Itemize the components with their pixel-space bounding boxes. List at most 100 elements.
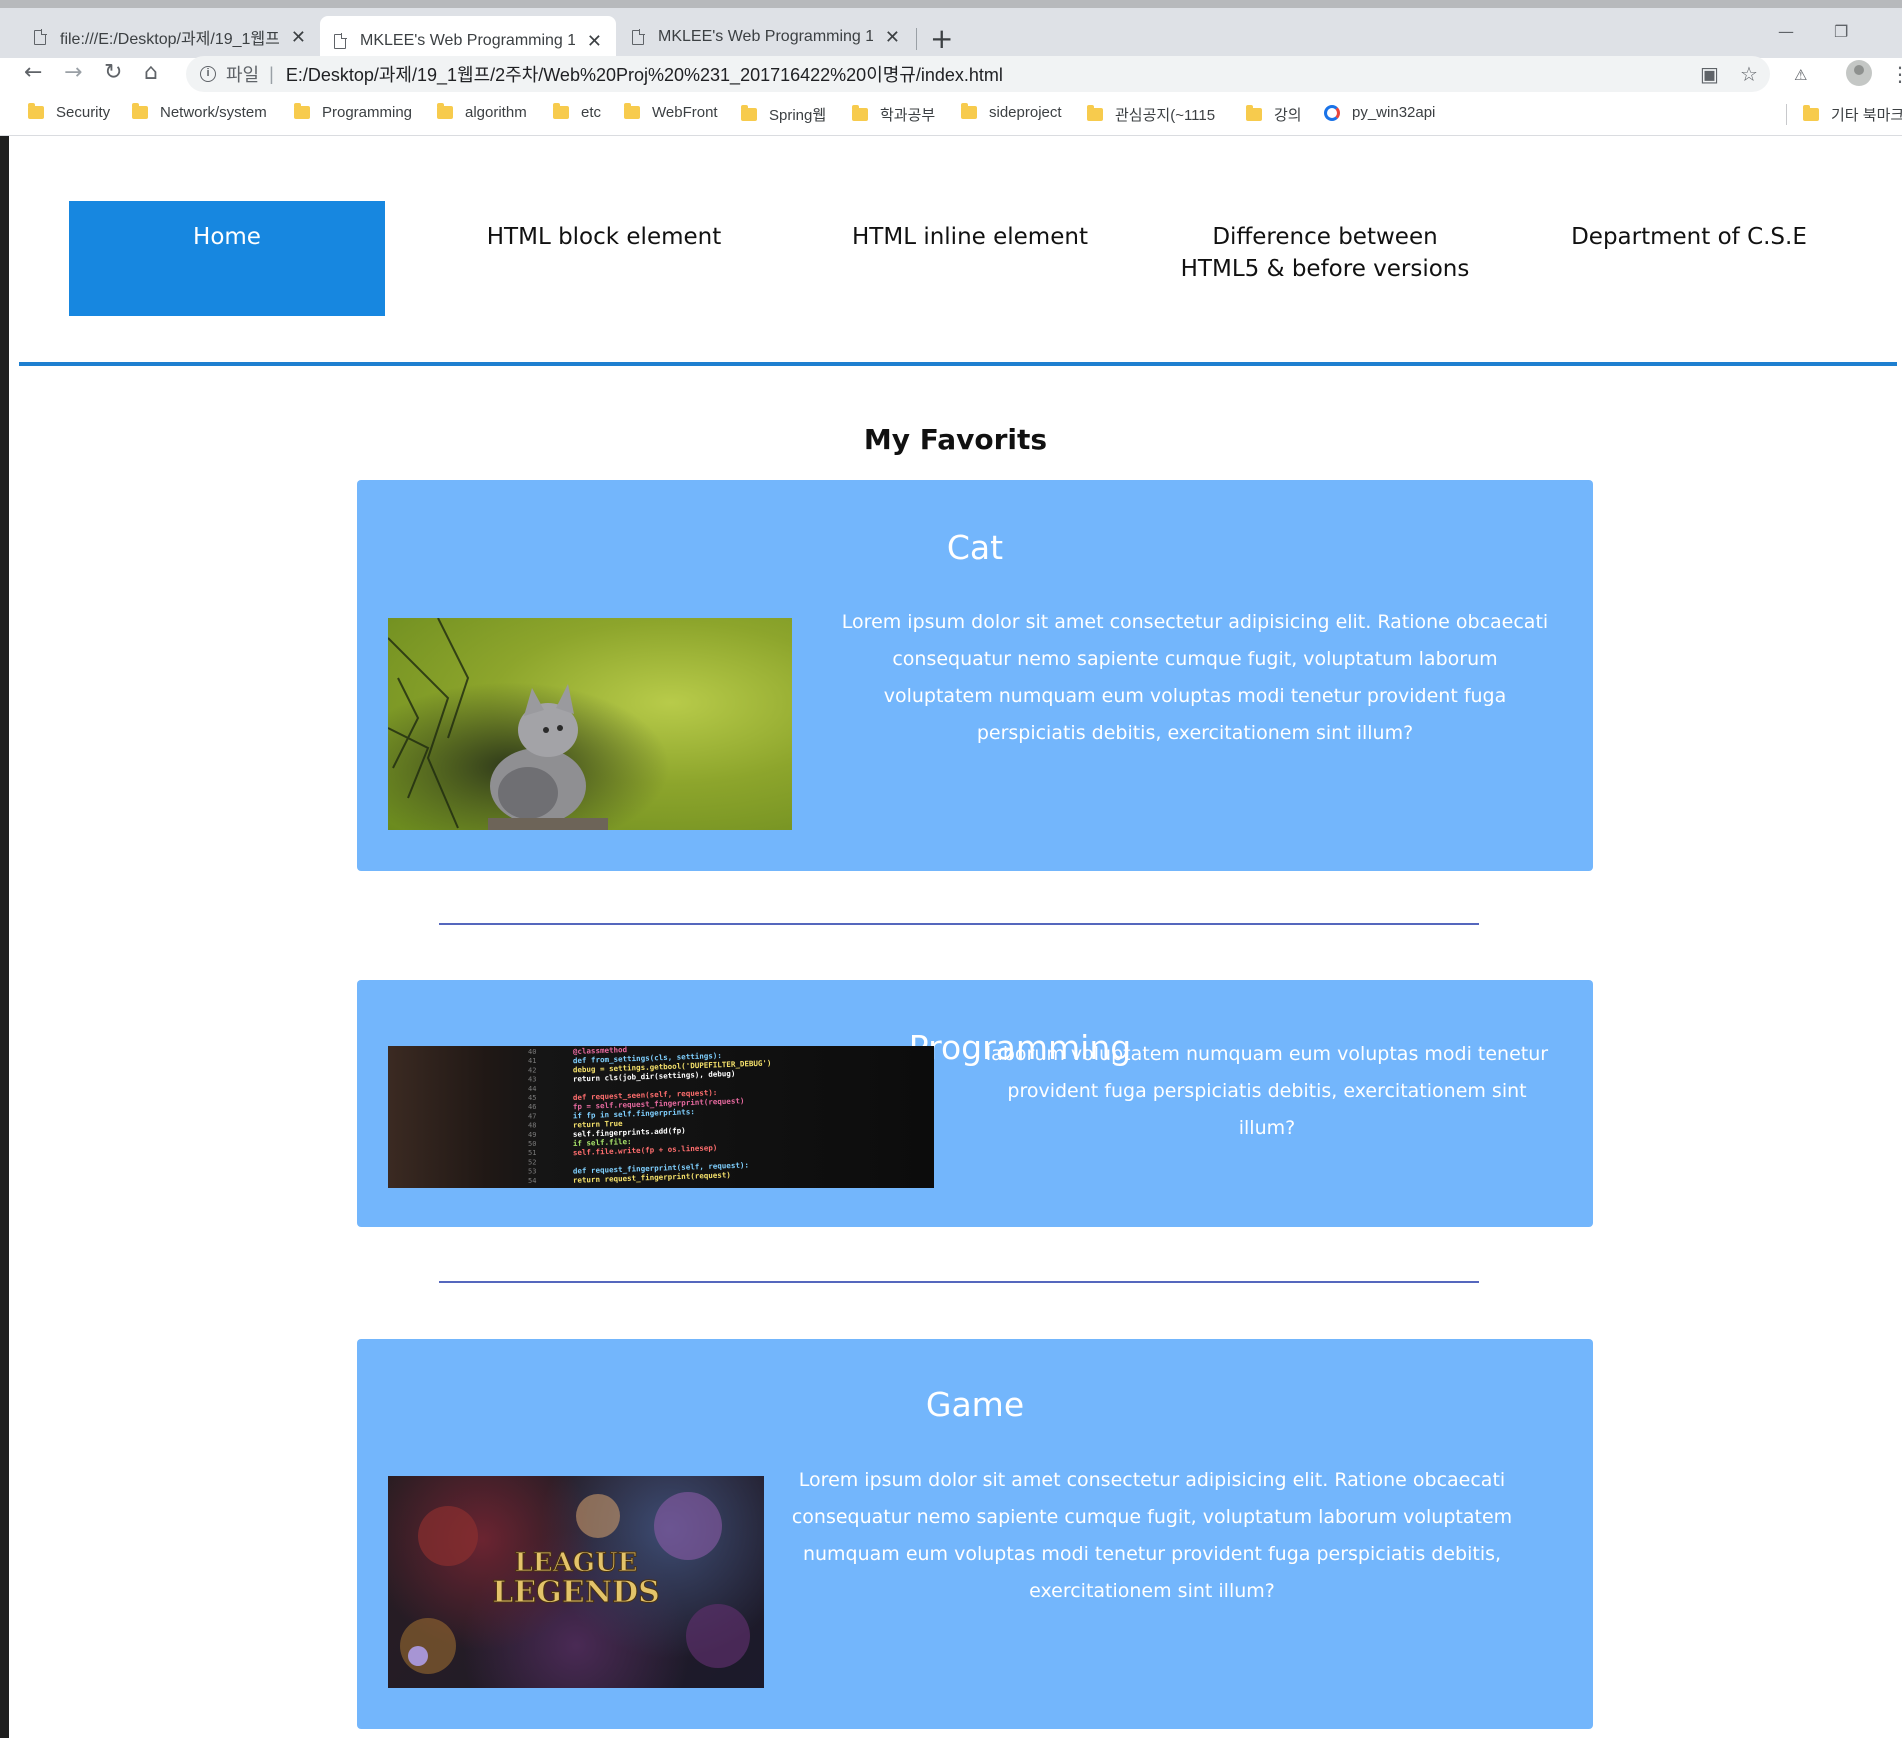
tab-separator xyxy=(916,28,917,50)
nav-underline-divider xyxy=(19,362,1897,366)
bookmark-major-study[interactable]: 학과공부 xyxy=(852,104,935,125)
nav-html-block-element[interactable]: HTML block element xyxy=(449,201,759,316)
code-line-number: 41 xyxy=(528,1057,536,1065)
home-icon[interactable]: ⌂ xyxy=(144,60,158,85)
card-description: Lorem ipsum dolor sit amet consectetur a… xyxy=(841,611,1549,744)
avatar[interactable] xyxy=(1846,60,1872,86)
bookmark-label: 기타 북마크 xyxy=(1831,107,1902,124)
bookmark-programming[interactable]: Programming xyxy=(294,103,413,121)
bookmark-etc[interactable]: etc xyxy=(553,103,602,121)
folder-icon xyxy=(1246,105,1262,121)
card-description: Lorem ipsum dolor sit amet consectetur a… xyxy=(791,1469,1513,1602)
bookmarks-bar: Security Network/system Programming algo… xyxy=(0,98,1902,136)
folder-icon xyxy=(132,103,148,119)
top-navigation: Home HTML block element HTML inline elem… xyxy=(9,137,1902,367)
close-icon[interactable]: ✕ xyxy=(885,27,900,48)
nav-html-inline-element[interactable]: HTML inline element xyxy=(815,201,1125,316)
bookmark-label: sideproject xyxy=(989,104,1062,121)
menu-icon[interactable]: ⋮ xyxy=(1890,62,1902,86)
game-logo-line2: LEGENDS xyxy=(492,1575,660,1610)
code-line-number: 54 xyxy=(528,1177,536,1185)
translate-icon[interactable]: ▣ xyxy=(1700,62,1719,86)
card-title: Game xyxy=(925,1385,1025,1424)
code-line-number: 50 xyxy=(528,1140,536,1148)
bookmark-label: 강의 xyxy=(1274,107,1302,124)
folder-icon xyxy=(852,105,868,121)
minimize-icon[interactable]: — xyxy=(1778,22,1794,41)
address-scheme-label: 파일 xyxy=(226,65,260,85)
tab-mklee[interactable]: MKLEE's Web Programming 1th ✕ xyxy=(618,16,914,58)
bookmark-spring[interactable]: Spring웹 xyxy=(741,104,826,125)
reload-icon[interactable]: ↻ xyxy=(104,60,122,85)
folder-icon xyxy=(961,103,977,119)
bookmark-label: Network/system xyxy=(160,104,267,121)
folder-icon xyxy=(1803,105,1819,121)
bookmark-label: Security xyxy=(56,104,111,121)
restore-icon[interactable]: ❐ xyxy=(1834,22,1848,41)
info-icon[interactable]: i xyxy=(200,66,216,82)
address-url: E:/Desktop/과제/19_1웹프/2주차/Web%20Proj%20%2… xyxy=(285,65,1003,85)
code-line-number: 51 xyxy=(528,1149,536,1157)
close-icon[interactable]: ✕ xyxy=(291,27,306,48)
python-icon xyxy=(1324,104,1340,121)
bookmark-py-win32api[interactable]: py_win32api xyxy=(1324,104,1435,121)
address-bar[interactable]: i 파일 | E:/Desktop/과제/19_1웹프/2주차/Web%20Pr… xyxy=(186,56,1770,92)
bookmark-label: Programming xyxy=(322,104,413,121)
folder-icon xyxy=(437,103,453,119)
page-viewport: Home HTML block element HTML inline elem… xyxy=(9,137,1902,1738)
tab-file[interactable]: file:///E:/Desktop/과제/19_1웹프 ✕ xyxy=(20,16,320,58)
code-line-number: 42 xyxy=(528,1066,536,1074)
document-icon xyxy=(34,28,47,45)
bookmark-lectures[interactable]: 강의 xyxy=(1246,104,1302,125)
nav-department-cse[interactable]: Department of C.S.E xyxy=(1539,201,1839,316)
card-description: laborum voluptatem numquam eum voluptas … xyxy=(985,1043,1549,1139)
favorite-card-game: Game LEAGUE LEGENDS Lorem ipsum dolor si… xyxy=(357,1339,1593,1729)
cat-image xyxy=(388,618,792,830)
favorite-card-cat: Cat Lorem ipsum dolor sit amet consectet… xyxy=(357,480,1593,871)
extension-icon[interactable]: ⚠ xyxy=(1794,66,1807,84)
bookmark-label: 학과공부 xyxy=(880,107,936,124)
forward-icon[interactable]: → xyxy=(64,60,82,85)
code-line-number: 40 xyxy=(528,1048,536,1056)
bookmark-label: etc xyxy=(581,104,602,121)
code-line-number: 44 xyxy=(528,1085,536,1093)
code-line-number: 45 xyxy=(528,1094,536,1102)
close-icon[interactable]: ✕ xyxy=(587,31,602,52)
folder-icon xyxy=(624,103,640,119)
bookmark-label: 관심공지(~1115 xyxy=(1115,107,1216,124)
section-divider xyxy=(439,1281,1479,1283)
tab-title: file:///E:/Desktop/과제/19_1웹프 xyxy=(60,31,279,48)
bookmark-network-system[interactable]: Network/system xyxy=(132,103,267,121)
nav-home[interactable]: Home xyxy=(69,201,385,316)
code-line-number: 52 xyxy=(528,1158,536,1166)
bookmark-algorithm[interactable]: algorithm xyxy=(437,103,527,121)
star-icon[interactable]: ☆ xyxy=(1740,62,1758,86)
tab-title: MKLEE's Web Programming 1th xyxy=(658,28,873,45)
game-logo-line1: LEAGUE xyxy=(515,1548,638,1578)
code-line-number: 48 xyxy=(528,1122,536,1130)
back-icon[interactable]: ← xyxy=(24,60,42,85)
favorite-card-programming: Programming 40 @classmethod 41 def from_set… xyxy=(357,980,1593,1227)
address-separator: | xyxy=(269,63,274,84)
card-title: Cat xyxy=(946,528,1004,567)
bookmark-notices[interactable]: 관심공지(~1115 xyxy=(1087,104,1215,125)
bookmark-webfront[interactable]: WebFront xyxy=(624,103,718,121)
tab-title: MKLEE's Web Programming 1th xyxy=(360,32,575,49)
code-line-number: 46 xyxy=(528,1103,536,1111)
section-title: My Favorits xyxy=(863,423,1048,456)
bookmark-security[interactable]: Security xyxy=(28,103,111,121)
code-line-number: 53 xyxy=(528,1168,536,1176)
game-image: LEAGUE LEGENDS xyxy=(388,1476,764,1688)
browser-tab-strip: file:///E:/Desktop/과제/19_1웹프 ✕ MKLEE's W… xyxy=(0,0,1902,66)
code-image: 40 @classmethod 41 def from_settings(cls, s… xyxy=(388,1046,934,1188)
nav-difference-html5[interactable]: Difference between HTML5 & before versio… xyxy=(1175,201,1475,316)
code-line-number: 43 xyxy=(528,1076,536,1084)
bookmark-label: Spring웹 xyxy=(769,107,827,124)
document-icon xyxy=(334,32,347,49)
new-tab-icon[interactable]: + xyxy=(930,22,953,55)
document-icon xyxy=(632,28,645,45)
bookmark-other[interactable]: 기타 북마크 xyxy=(1786,104,1902,125)
bookmark-label: py_win32api xyxy=(1352,104,1436,121)
bookmark-label: WebFront xyxy=(652,104,718,121)
bookmark-sideproject[interactable]: sideproject xyxy=(961,103,1062,121)
